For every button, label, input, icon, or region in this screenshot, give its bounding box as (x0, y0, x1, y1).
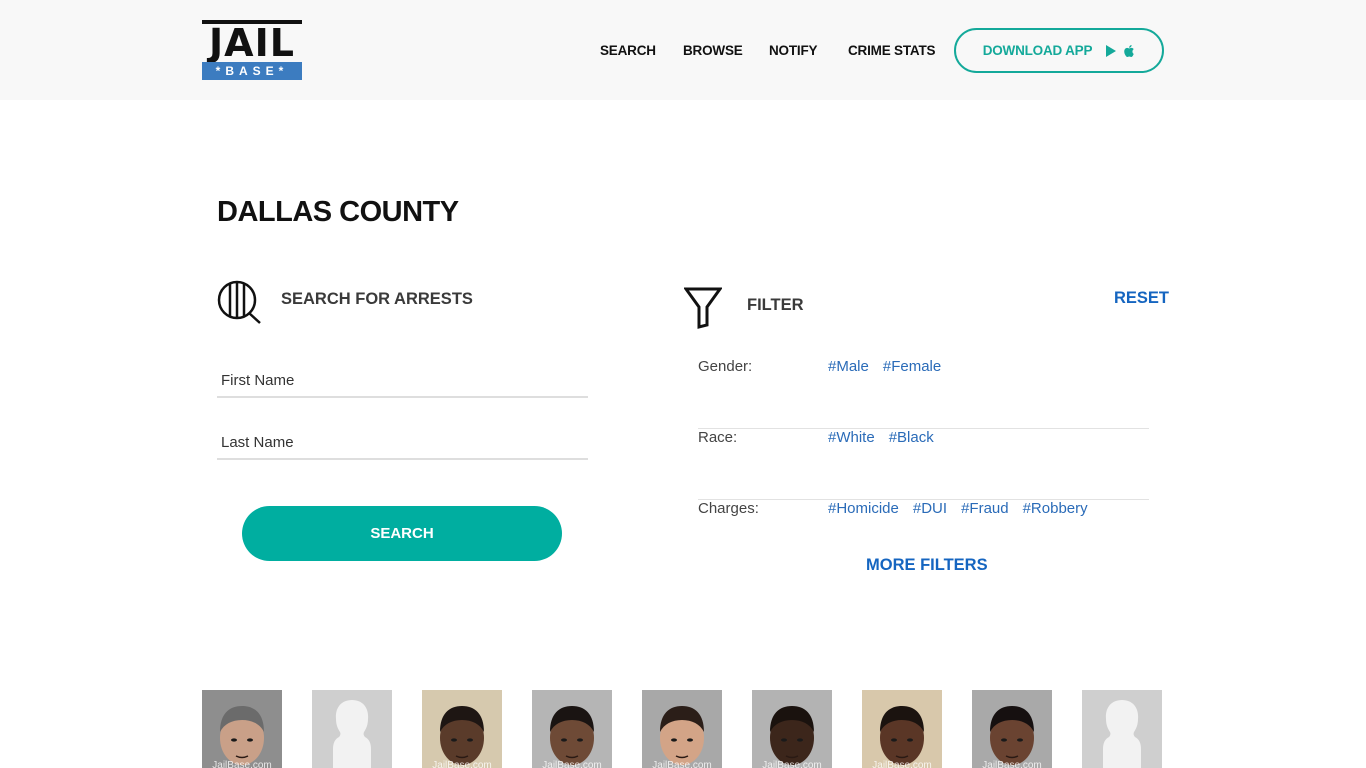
download-app-button[interactable]: DOWNLOAD APP (954, 28, 1164, 73)
mugshot-thumbnail[interactable] (1082, 690, 1162, 768)
tag-robbery[interactable]: #Robbery (1023, 500, 1088, 517)
tag-white[interactable]: #White (828, 429, 875, 446)
last-name-input[interactable] (217, 420, 588, 458)
mugshot-thumbnail[interactable]: JailBase.com (202, 690, 282, 768)
tag-female[interactable]: #Female (883, 358, 941, 375)
nav-browse[interactable]: BROWSE (683, 43, 743, 58)
mugshot-face (550, 706, 594, 765)
mugshot-thumbnail[interactable]: JailBase.com (752, 690, 832, 768)
filter-label-charges: Charges: (698, 500, 759, 517)
watermark-text: JailBase.com (982, 760, 1042, 768)
tag-black[interactable]: #Black (889, 429, 934, 446)
watermark-text: JailBase.com (542, 760, 602, 768)
tag-fraud[interactable]: #Fraud (961, 500, 1009, 517)
tag-dui[interactable]: #DUI (913, 500, 947, 517)
nav-notify[interactable]: NOTIFY (769, 43, 818, 58)
nav-crime-stats[interactable]: CRIME STATS (848, 43, 935, 58)
filter-label-race: Race: (698, 429, 738, 446)
mugshot-thumbnail[interactable]: JailBase.com (532, 690, 612, 768)
person-silhouette-icon (333, 700, 371, 768)
watermark-text: JailBase.com (652, 760, 712, 768)
logo-text-top: JAIL (209, 21, 295, 65)
mugshot-thumbnail[interactable] (312, 690, 392, 768)
download-app-label: DOWNLOAD APP (982, 43, 1093, 58)
filter-row-race: Race: #White #Black (698, 429, 1149, 500)
mugshot-face (770, 706, 814, 765)
tag-homicide[interactable]: #Homicide (828, 500, 899, 517)
google-play-icon (1106, 44, 1117, 57)
apple-icon (1124, 44, 1135, 57)
filter-tags-gender: #Male #Female (828, 358, 941, 375)
jailbase-logo[interactable]: JAIL *BASE* (202, 20, 302, 80)
person-silhouette-icon (1103, 700, 1141, 768)
nav-search[interactable]: SEARCH (600, 43, 656, 58)
watermark-text: JailBase.com (762, 760, 822, 768)
filter-row-gender: Gender: #Male #Female (698, 358, 1149, 429)
search-button[interactable]: SEARCH (242, 506, 562, 561)
mugshot-thumbnail[interactable]: JailBase.com (642, 690, 722, 768)
mugshot-thumbnail[interactable]: JailBase.com (422, 690, 502, 768)
funnel-icon (684, 287, 722, 329)
mugshot-thumbnail[interactable]: JailBase.com (862, 690, 942, 768)
site-header: JAIL *BASE* SEARCH BROWSE NOTIFY CRIME S… (0, 0, 1366, 100)
mugshot-face (660, 706, 704, 765)
reset-filters-link[interactable]: RESET (1114, 289, 1169, 308)
mugshot-thumbnail[interactable]: JailBase.com (972, 690, 1052, 768)
first-name-field (217, 358, 588, 398)
jail-search-icon (217, 280, 261, 324)
logo-text-bottom: *BASE* (202, 62, 302, 80)
page-title: DALLAS COUNTY (217, 196, 459, 228)
watermark-text: JailBase.com (872, 760, 932, 768)
search-section-heading: SEARCH FOR ARRESTS (217, 280, 473, 324)
more-filters-link[interactable]: MORE FILTERS (866, 556, 988, 575)
first-name-input[interactable] (217, 358, 588, 396)
watermark-text: JailBase.com (432, 760, 492, 768)
mugshot-face (990, 706, 1034, 765)
filter-title: FILTER (747, 296, 804, 314)
search-section-title: SEARCH FOR ARRESTS (281, 290, 473, 308)
filter-tags-charges: #Homicide #DUI #Fraud #Robbery (828, 500, 1088, 517)
watermark-text: JailBase.com (212, 760, 272, 768)
mugshot-face (220, 706, 264, 765)
mugshot-face (440, 706, 484, 765)
mugshot-face (880, 706, 924, 765)
filter-tags-race: #White #Black (828, 429, 934, 446)
last-name-field (217, 420, 588, 460)
mugshot-strip: JailBase.com JailBase.com JailBase.com Jail… (202, 690, 1162, 768)
tag-male[interactable]: #Male (828, 358, 869, 375)
filter-label-gender: Gender: (698, 358, 753, 375)
